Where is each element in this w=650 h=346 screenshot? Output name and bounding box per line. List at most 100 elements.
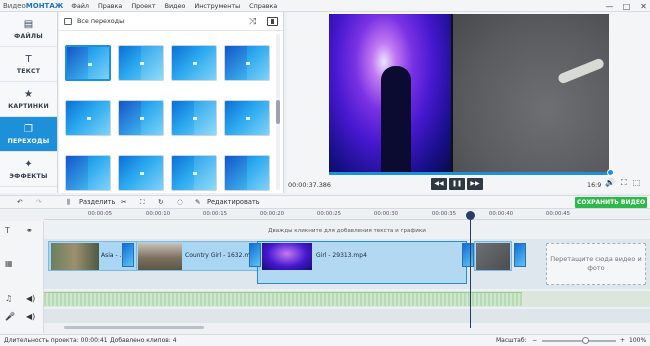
transition-thumb[interactable] xyxy=(171,45,217,81)
text-track-icon: T xyxy=(5,226,10,235)
scrollbar-thumb[interactable] xyxy=(64,326,204,329)
transition-thumb[interactable] xyxy=(171,155,217,191)
menu-project[interactable]: Проект xyxy=(131,2,155,10)
music-track[interactable] xyxy=(44,291,650,307)
transitions-icon: ❐ xyxy=(24,123,33,135)
transition-thumb[interactable] xyxy=(118,155,164,191)
transition-marker[interactable] xyxy=(462,243,474,267)
transition-thumb[interactable] xyxy=(224,45,270,81)
voice-track[interactable] xyxy=(44,309,650,323)
menu-file[interactable]: Файл xyxy=(71,2,89,10)
redo-icon[interactable]: ↷ xyxy=(36,198,42,206)
clip-country-girl[interactable]: Country Girl - 1632.mp4 xyxy=(136,241,260,271)
clip-thumbnail xyxy=(138,243,182,270)
pause-button[interactable]: ❚❚ xyxy=(449,178,465,190)
playhead[interactable] xyxy=(470,212,471,328)
playhead-handle[interactable] xyxy=(466,211,475,220)
scissors-icon[interactable]: ✂ xyxy=(121,198,127,206)
transition-thumb[interactable] xyxy=(65,155,111,191)
link-icon[interactable]: ⚭ xyxy=(26,226,33,235)
transition-thumb[interactable] xyxy=(224,100,270,136)
preview-icons: 🔊 ⛶ ⬚ xyxy=(605,178,640,188)
menu-help[interactable]: Справка xyxy=(249,2,277,10)
text-track-hint: Дважды кликните для добавления текста и … xyxy=(268,228,426,234)
sidebar: ▤ ФАЙЛЫ T ТЕКСТ ★ КАРТИНКИ ❐ ПЕРЕХОДЫ ✦ … xyxy=(0,12,58,193)
transport-controls: ◀◀ ❚❚ ▶▶ xyxy=(431,178,483,190)
filmstrip-icon[interactable] xyxy=(267,17,278,26)
forward-button[interactable]: ▶▶ xyxy=(467,178,483,190)
clip-name: Girl - 29313.mp4 xyxy=(316,252,367,259)
panel-scrollbar[interactable] xyxy=(276,34,280,190)
folder-icon xyxy=(64,17,72,25)
project-duration: Длительность проекта: 00:00:41 xyxy=(4,337,108,344)
undo-icon[interactable]: ↶ xyxy=(17,198,23,206)
timeline-scrollbar[interactable] xyxy=(44,325,650,330)
drop-zone[interactable]: Перетащите сюда видео и фото xyxy=(546,243,646,285)
rotate-icon[interactable]: ↻ xyxy=(158,198,164,206)
aspect-ratio[interactable]: 16:9 xyxy=(587,181,601,189)
rewind-button[interactable]: ◀◀ xyxy=(431,178,447,190)
split-button[interactable]: Разделить xyxy=(79,198,115,206)
transition-thumb[interactable] xyxy=(224,155,270,191)
transition-marker[interactable] xyxy=(122,243,134,267)
menu-video[interactable]: Видео xyxy=(165,2,186,10)
transition-thumb[interactable] xyxy=(65,45,111,81)
silhouette-figure xyxy=(381,66,411,174)
progress-knob[interactable] xyxy=(607,169,614,176)
video-frame-left xyxy=(329,14,451,174)
edit-button[interactable]: Редактировать xyxy=(207,198,260,206)
scrollbar-thumb[interactable] xyxy=(276,100,280,124)
volume-icon[interactable]: 🔊 xyxy=(605,178,615,188)
ruler-tick: 00:00:30 xyxy=(373,211,399,217)
close-button[interactable]: ✕ xyxy=(639,2,648,11)
playback-progress[interactable] xyxy=(329,172,609,175)
microphone-icon: 🎤 xyxy=(5,312,15,321)
sidebar-item-label: ФАЙЛЫ xyxy=(14,32,43,40)
edit-icon: ✎ xyxy=(195,198,201,206)
maximize-button[interactable]: □ xyxy=(622,2,631,11)
clips-count: Добавлено клипов: 4 xyxy=(110,337,177,344)
speed-icon[interactable]: ◌ xyxy=(177,198,183,206)
time-ruler[interactable]: 00:00:05 00:00:10 00:00:15 00:00:20 00:0… xyxy=(44,210,650,220)
ruler-tick: 00:00:35 xyxy=(431,211,457,217)
magic-wand-icon: ✦ xyxy=(24,158,33,170)
volume-icon[interactable]: ◀) xyxy=(26,312,35,321)
progress-fill xyxy=(329,172,609,175)
sidebar-item-text[interactable]: T ТЕКСТ xyxy=(0,47,57,82)
clip-skate[interactable] xyxy=(474,241,512,271)
transition-thumb[interactable] xyxy=(65,100,111,136)
text-track[interactable]: Дважды кликните для добавления текста и … xyxy=(44,227,650,237)
sidebar-item-effects[interactable]: ✦ ЭФФЕКТЫ xyxy=(0,152,57,187)
sidebar-item-files[interactable]: ▤ ФАЙЛЫ xyxy=(0,12,57,47)
zoom-slider[interactable] xyxy=(542,340,616,342)
menu-edit[interactable]: Правка xyxy=(98,2,122,10)
zoom-label: Масштаб: xyxy=(496,337,527,344)
sidebar-item-label: КАРТИНКИ xyxy=(8,102,49,110)
crop-icon[interactable]: ⛶ xyxy=(140,198,145,207)
menu-bar: ВидеоМОНТАЖ Файл Правка Проект Видео Инс… xyxy=(0,0,650,12)
transition-thumb[interactable] xyxy=(171,100,217,136)
transition-thumb[interactable] xyxy=(118,45,164,81)
skateboard xyxy=(556,57,606,85)
snapshot-icon[interactable]: ⬚ xyxy=(633,178,641,188)
clip-thumbnail xyxy=(262,243,312,270)
minimize-button[interactable]: — xyxy=(605,2,614,11)
transition-marker[interactable] xyxy=(249,243,261,267)
sidebar-item-images[interactable]: ★ КАРТИНКИ xyxy=(0,82,57,117)
sidebar-item-transitions[interactable]: ❐ ПЕРЕХОДЫ xyxy=(0,117,57,152)
zoom-out-button[interactable]: − xyxy=(532,337,537,344)
fullscreen-icon[interactable]: ⛶ xyxy=(621,178,627,188)
save-video-button[interactable]: СОХРАНИТЬ ВИДЕО xyxy=(575,197,647,208)
volume-icon[interactable]: ◀) xyxy=(26,294,35,303)
sidebar-item-label: ТЕКСТ xyxy=(16,67,41,75)
clip-girl[interactable]: Girl - 29313.mp4 xyxy=(257,241,467,284)
video-track[interactable]: Asia - ... Country Girl - 1632.mp4 Girl … xyxy=(44,239,650,289)
shuffle-icon[interactable]: ⤨ xyxy=(249,17,256,27)
transition-thumb[interactable] xyxy=(118,100,164,136)
menu-tools[interactable]: Инструменты xyxy=(194,2,240,10)
ruler-tick: 00:00:40 xyxy=(488,211,514,217)
zoom-slider-knob[interactable] xyxy=(582,337,589,344)
zoom-in-button[interactable]: + xyxy=(620,337,625,344)
transition-grid xyxy=(63,34,275,194)
transition-marker[interactable] xyxy=(514,243,526,267)
